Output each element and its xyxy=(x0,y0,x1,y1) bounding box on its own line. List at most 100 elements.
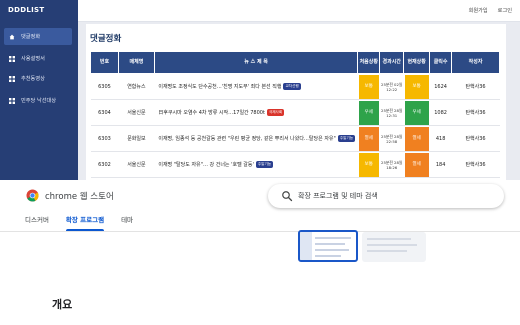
row-number: 6304 xyxy=(90,99,119,126)
row-media: 서울신문 xyxy=(118,99,155,126)
table-row[interactable]: 6302 서울신문 이재명 "탈당도 자유"… 강 건너는 '호텔 갈등' 주말기능 보… xyxy=(90,151,500,178)
current-status-badge: 보통 xyxy=(404,74,429,99)
overview-heading: 개요 xyxy=(52,298,73,311)
thumbnail-line xyxy=(315,255,341,257)
sidebar-item-label: 민주당 낙선대상 xyxy=(21,98,57,104)
column-header: 뉴 스 제 목 xyxy=(153,51,359,74)
news-table: 번호 매체명 뉴 스 제 목 처음상황 경과시간 현재상황 클릭수 작성자 63… xyxy=(90,51,500,178)
first-status-cell: 보통 xyxy=(357,73,380,100)
search-input[interactable] xyxy=(298,188,494,204)
page: DDDLIST 댓글정화 사용설명서 추천동영상 민주당 낙선대상 회원가입 로… xyxy=(0,0,520,325)
column-header: 경과시간 xyxy=(379,51,405,74)
thumbnail-line xyxy=(315,237,351,239)
site-logo[interactable]: DDDLIST xyxy=(8,6,44,14)
sidebar-item-label: 댓글정화 xyxy=(21,34,41,40)
tabs-divider xyxy=(0,231,520,232)
screenshot-thumbnail[interactable] xyxy=(362,232,426,262)
first-status-badge: 보통 xyxy=(358,152,379,177)
tab-discover[interactable]: 디스커버 xyxy=(25,214,49,231)
row-writer: 탄핵사36 xyxy=(451,73,500,100)
thumbnail-line xyxy=(367,250,407,252)
current-status-cell: 열세 xyxy=(403,151,430,178)
row-elapsed: 25분전 28일 12:31 xyxy=(379,99,404,126)
row-media: 문화일보 xyxy=(118,125,155,152)
category-badge: 국제사회 xyxy=(266,109,285,116)
elapsed-time: 25분전 28일 12:31 xyxy=(381,107,403,118)
current-status-badge: 우세 xyxy=(404,100,429,125)
column-header: 클릭수 xyxy=(429,51,453,74)
thumbnail-sidebar xyxy=(300,232,312,260)
column-header: 번호 xyxy=(90,51,119,74)
row-elapsed: 25분전 02일 12:22 xyxy=(379,73,404,100)
thumbnail-line xyxy=(315,243,345,245)
row-media: 연합뉴스 xyxy=(118,73,155,100)
tab-extensions[interactable]: 확장 프로그램 xyxy=(65,214,105,231)
main-content: 댓글정화 번호 매체명 뉴 스 제 목 처음상황 경과시간 현재상황 클릭수 작… xyxy=(86,24,506,180)
row-clicks: 1082 xyxy=(429,99,452,126)
store-header: chrome 웹 스토어 xyxy=(0,180,520,210)
news-title-link[interactable]: 이재명 "탈당도 자유"… 강 건너는 '호텔 갈등' xyxy=(158,162,254,168)
elapsed-time: 25분전 28일 22:58 xyxy=(381,133,403,144)
table-row[interactable]: 6303 문화일보 이재명, 임종석 등 공천갈등 관련 "우린 평균 정당, 같은… xyxy=(90,125,500,152)
first-status-cell: 우세 xyxy=(357,99,380,126)
first-status-cell: 보통 xyxy=(357,151,380,178)
search-box[interactable] xyxy=(268,184,504,208)
category-badge: 주말기능 xyxy=(337,135,356,142)
current-status-cell: 열세 xyxy=(403,125,430,152)
column-header: 처음상황 xyxy=(357,51,381,74)
sidebar-item-comment-cleanup[interactable]: 댓글정화 xyxy=(4,28,72,45)
row-writer: 탄핵사36 xyxy=(451,99,500,126)
news-title-link[interactable]: 이재명도 조정식도 단수공천…'친명 지도부' 죄다 본선 직행 xyxy=(158,84,281,90)
grid-icon xyxy=(9,97,15,104)
sidebar: DDDLIST 댓글정화 사용설명서 추천동영상 민주당 낙선대상 xyxy=(0,0,78,180)
thumbnail-line xyxy=(367,238,411,240)
row-elapsed: 25분전 28일 18:26 xyxy=(379,151,404,178)
row-writer: 탄핵사36 xyxy=(451,151,500,178)
news-title-link[interactable]: 이재명, 임종석 등 공천갈등 관련 "우린 평균 정당, 같은 뿌리서 나왔다… xyxy=(158,136,335,142)
first-status-cell: 열세 xyxy=(357,125,380,152)
current-status-badge: 열세 xyxy=(404,152,429,177)
row-clicks: 184 xyxy=(429,151,452,178)
row-title-cell: 이재명 "탈당도 자유"… 강 건너는 '호텔 갈등' 주말기능 xyxy=(154,151,358,178)
row-clicks: 418 xyxy=(429,125,452,152)
tab-themes[interactable]: 테마 xyxy=(121,214,133,231)
chrome-logo-icon[interactable] xyxy=(26,189,39,202)
screenshot-thumbnail-selected[interactable] xyxy=(298,230,358,262)
home-icon xyxy=(9,34,15,40)
table-row[interactable]: 6304 서울신문 日후쿠시마 오염수 4차 방류 시작…17일간 7800t 국제사… xyxy=(90,99,500,126)
first-status-badge: 보통 xyxy=(358,74,379,99)
login-link[interactable]: 로그인 xyxy=(498,7,512,14)
row-number: 6303 xyxy=(90,125,119,152)
top-bar: 회원가입 로그인 xyxy=(78,0,520,22)
elapsed-time: 25분전 02일 12:22 xyxy=(381,81,403,92)
category-badge: 주말기능 xyxy=(255,161,274,168)
first-status-badge: 우세 xyxy=(358,100,379,125)
row-number: 6302 xyxy=(90,151,119,178)
row-title-cell: 이재명, 임종석 등 공천갈등 관련 "우린 평균 정당, 같은 뿌리서 나왔다… xyxy=(154,125,358,152)
top-links: 회원가입 로그인 xyxy=(469,7,512,14)
row-title-cell: 日후쿠시마 오염수 4차 방류 시작…17일간 7800t 국제사회 xyxy=(154,99,358,126)
table-row[interactable]: 6305 연합뉴스 이재명도 조정식도 단수공천…'친명 지도부' 죄다 본선 직행… xyxy=(90,73,500,100)
category-badge: 교차선행 xyxy=(283,83,301,90)
current-status-cell: 보통 xyxy=(403,73,430,100)
current-status-badge: 열세 xyxy=(404,126,429,151)
chrome-web-store: chrome 웹 스토어 디스커버 확장 프로그램 테마 xyxy=(0,180,520,325)
sidebar-item-manual[interactable]: 사용설명서 xyxy=(4,50,72,67)
first-status-badge: 열세 xyxy=(358,126,379,151)
column-header: 현재상황 xyxy=(403,51,431,74)
row-clicks: 1624 xyxy=(429,73,452,100)
thumbnail-line xyxy=(367,244,417,246)
row-number: 6305 xyxy=(90,73,119,100)
grid-icon xyxy=(9,55,15,62)
sidebar-item-recommended-videos[interactable]: 추천동영상 xyxy=(4,70,72,87)
signup-link[interactable]: 회원가입 xyxy=(469,7,488,14)
news-title-link[interactable]: 日후쿠시마 오염수 4차 방류 시작…17일간 7800t xyxy=(158,110,265,116)
table-body: 6305 연합뉴스 이재명도 조정식도 단수공천…'친명 지도부' 죄다 본선 직행… xyxy=(90,73,500,178)
row-media: 서울신문 xyxy=(118,151,155,178)
store-name: chrome 웹 스토어 xyxy=(45,192,114,202)
sidebar-item-defeat-targets[interactable]: 민주당 낙선대상 xyxy=(4,92,72,109)
page-title: 댓글정화 xyxy=(90,34,122,44)
elapsed-time: 25분전 28일 18:26 xyxy=(381,159,403,170)
column-header: 작성자 xyxy=(451,51,500,74)
row-writer: 탄핵사36 xyxy=(451,125,500,152)
